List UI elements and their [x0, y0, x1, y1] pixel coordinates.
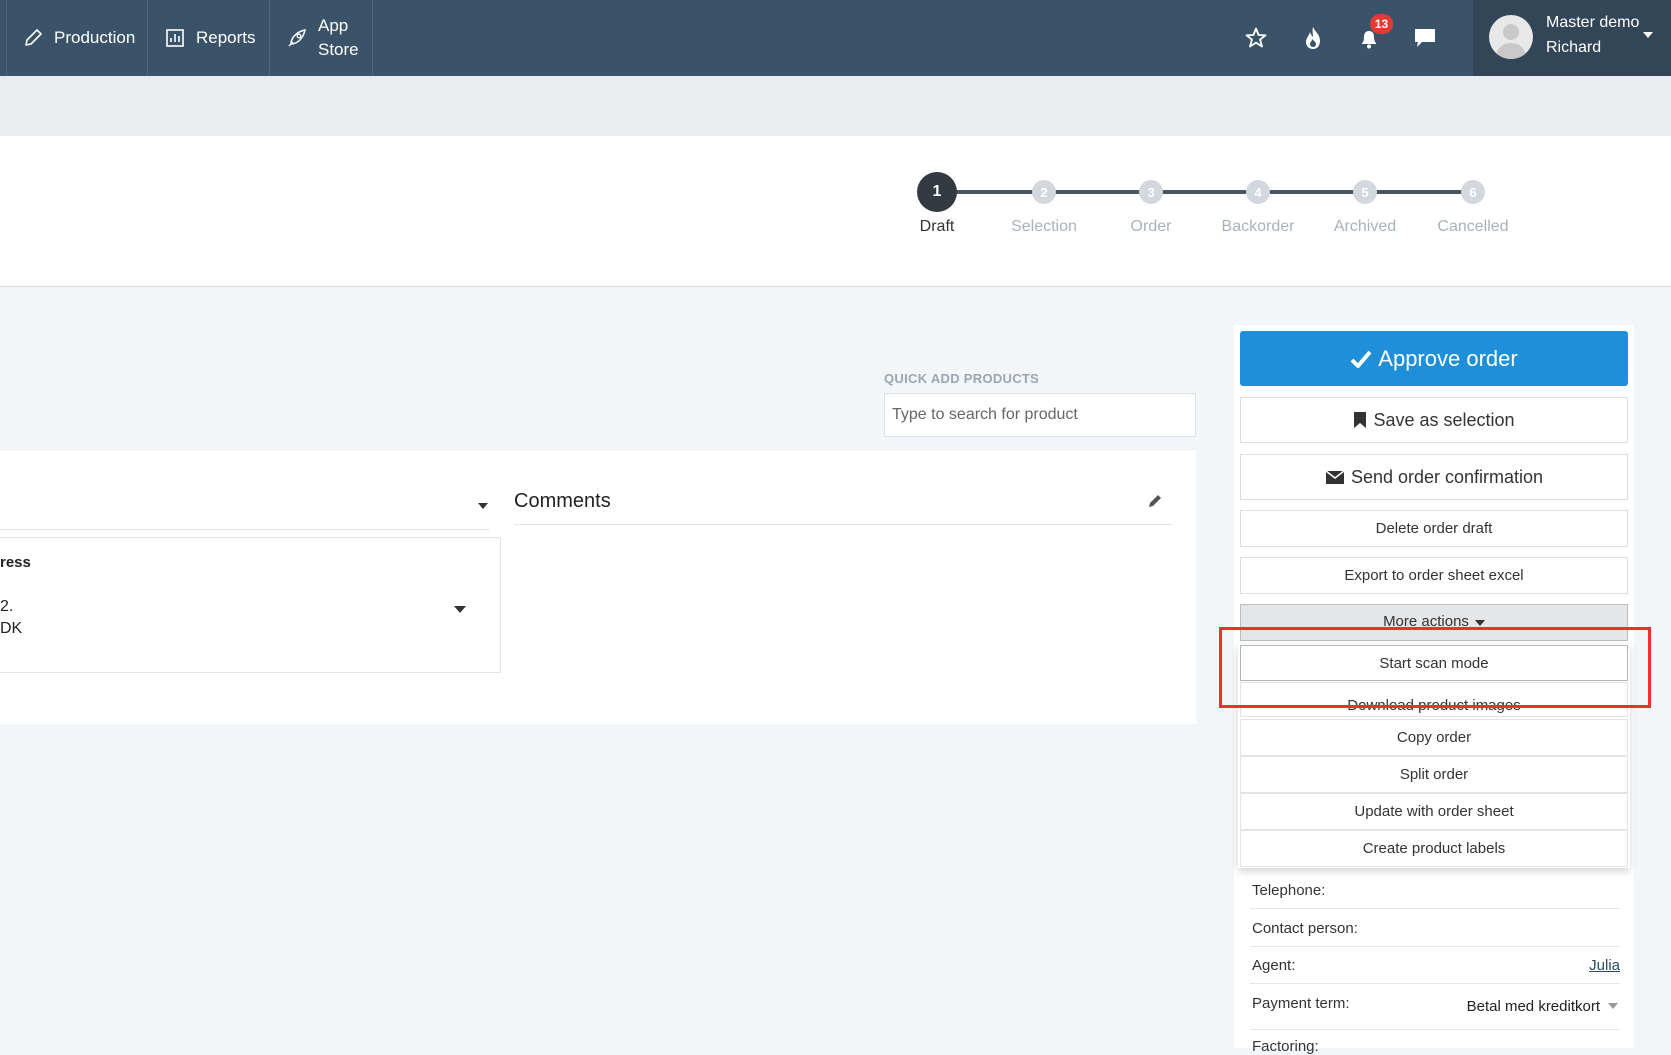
report-icon	[166, 29, 184, 47]
approve-order-label: Approve order	[1378, 345, 1518, 371]
chevron-down-icon	[1608, 1003, 1618, 1009]
payment-term-row: Payment term: Betal med kreditkort	[1252, 995, 1620, 1019]
approve-order-button[interactable]: Approve order	[1240, 331, 1628, 386]
nav-app-store-label: App Store	[318, 14, 359, 62]
info-divider	[1250, 1029, 1620, 1030]
order-status-panel	[0, 136, 1671, 287]
menu-item-copy-order[interactable]: Copy order	[1240, 719, 1628, 756]
user-silhouette-icon	[1495, 24, 1527, 59]
step-6-label: Cancelled	[1437, 218, 1509, 235]
menu-item-split-order[interactable]: Split order	[1240, 756, 1628, 793]
highlight-annotation-box	[1219, 627, 1651, 708]
step-1-circle: 1	[917, 172, 957, 212]
step-4-circle: 4	[1246, 180, 1270, 204]
comments-title: Comments	[514, 490, 611, 512]
save-as-selection-button[interactable]: Save as selection	[1240, 397, 1628, 443]
star-icon	[1245, 27, 1267, 48]
chevron-down-icon	[1643, 32, 1653, 38]
telephone-label: Telephone:	[1252, 882, 1326, 899]
step-5-circle: 5	[1353, 180, 1377, 204]
pencil-icon	[1149, 495, 1161, 507]
contact-person-label: Contact person:	[1252, 920, 1358, 937]
top-navigation-bar: Production Reports App Store 13 Master d…	[0, 0, 1671, 76]
comments-divider	[514, 524, 1172, 525]
nav-app-store-line1: App	[318, 16, 349, 35]
step-1-label: Draft	[919, 218, 955, 235]
chevron-down-icon[interactable]	[478, 503, 488, 509]
quick-add-search-input[interactable]	[884, 393, 1196, 437]
address-line-2: DK	[0, 620, 23, 637]
rocket-icon	[288, 29, 306, 47]
info-divider	[1250, 908, 1620, 909]
send-order-confirmation-button[interactable]: Send order confirmation	[1240, 454, 1628, 500]
stepper-track	[937, 190, 1473, 194]
envelope-icon	[1325, 469, 1345, 484]
checkmark-icon	[1350, 350, 1372, 368]
delete-order-draft-button[interactable]: Delete order draft	[1240, 510, 1628, 547]
bookmark-icon	[1354, 412, 1367, 428]
payment-term-label: Payment term:	[1252, 995, 1350, 1012]
info-divider	[1250, 983, 1620, 984]
favorites-button[interactable]	[1238, 20, 1274, 56]
notification-badge: 13	[1370, 14, 1393, 34]
nav-reports[interactable]: Reports	[148, 0, 270, 76]
step-4-label: Backorder	[1221, 218, 1295, 235]
agent-link[interactable]: Julia	[1589, 957, 1620, 974]
user-menu[interactable]: Master demo Richard	[1473, 0, 1671, 76]
address-box	[0, 537, 501, 673]
chat-icon	[1415, 29, 1435, 47]
nav-app-store-line2: Store	[318, 40, 359, 59]
agent-label: Agent:	[1252, 957, 1296, 974]
nav-production-label: Production	[54, 28, 136, 47]
payment-term-select[interactable]: Betal med kreditkort	[1467, 998, 1600, 1015]
step-3-circle: 3	[1139, 180, 1163, 204]
delete-order-draft-label: Delete order draft	[1375, 520, 1493, 537]
step-2-label: Selection	[1011, 218, 1077, 235]
address-heading: ress	[0, 554, 31, 571]
factoring-label: Factoring:	[1252, 1038, 1319, 1055]
send-order-confirmation-label: Send order confirmation	[1350, 466, 1544, 487]
caret-down-icon	[1474, 620, 1485, 626]
nav-production[interactable]: Production	[6, 0, 148, 76]
sub-header-bar	[0, 76, 1671, 136]
step-5-label: Archived	[1333, 218, 1397, 235]
step-3-label: Order	[1130, 218, 1172, 235]
avatar	[1489, 15, 1533, 59]
messages-button[interactable]	[1407, 20, 1443, 56]
info-divider	[1250, 946, 1620, 947]
nav-reports-label: Reports	[196, 28, 256, 47]
agent-row: Agent: Julia	[1252, 957, 1620, 974]
user-org-name: Master demo	[1546, 14, 1640, 31]
step-6-circle: 6	[1461, 180, 1485, 204]
section-divider	[0, 529, 490, 530]
pencil-icon	[25, 29, 42, 46]
quick-add-label: QUICK ADD PRODUCTS	[884, 371, 1040, 386]
menu-item-update-with-order-sheet[interactable]: Update with order sheet	[1240, 793, 1628, 830]
address-line-1: 2.	[0, 598, 14, 615]
nav-app-store[interactable]: App Store	[270, 0, 373, 76]
export-order-sheet-label: Export to order sheet excel	[1344, 567, 1524, 584]
menu-item-create-product-labels[interactable]: Create product labels	[1240, 830, 1628, 867]
step-2-circle: 2	[1032, 180, 1056, 204]
export-order-sheet-button[interactable]: Export to order sheet excel	[1240, 557, 1628, 594]
edit-comments-button[interactable]	[1146, 492, 1164, 515]
flame-icon	[1306, 27, 1320, 49]
user-name: Richard	[1546, 39, 1602, 56]
hot-button[interactable]	[1295, 20, 1331, 56]
address-dropdown-chevron-icon[interactable]	[454, 606, 466, 613]
save-as-selection-label: Save as selection	[1373, 409, 1515, 430]
